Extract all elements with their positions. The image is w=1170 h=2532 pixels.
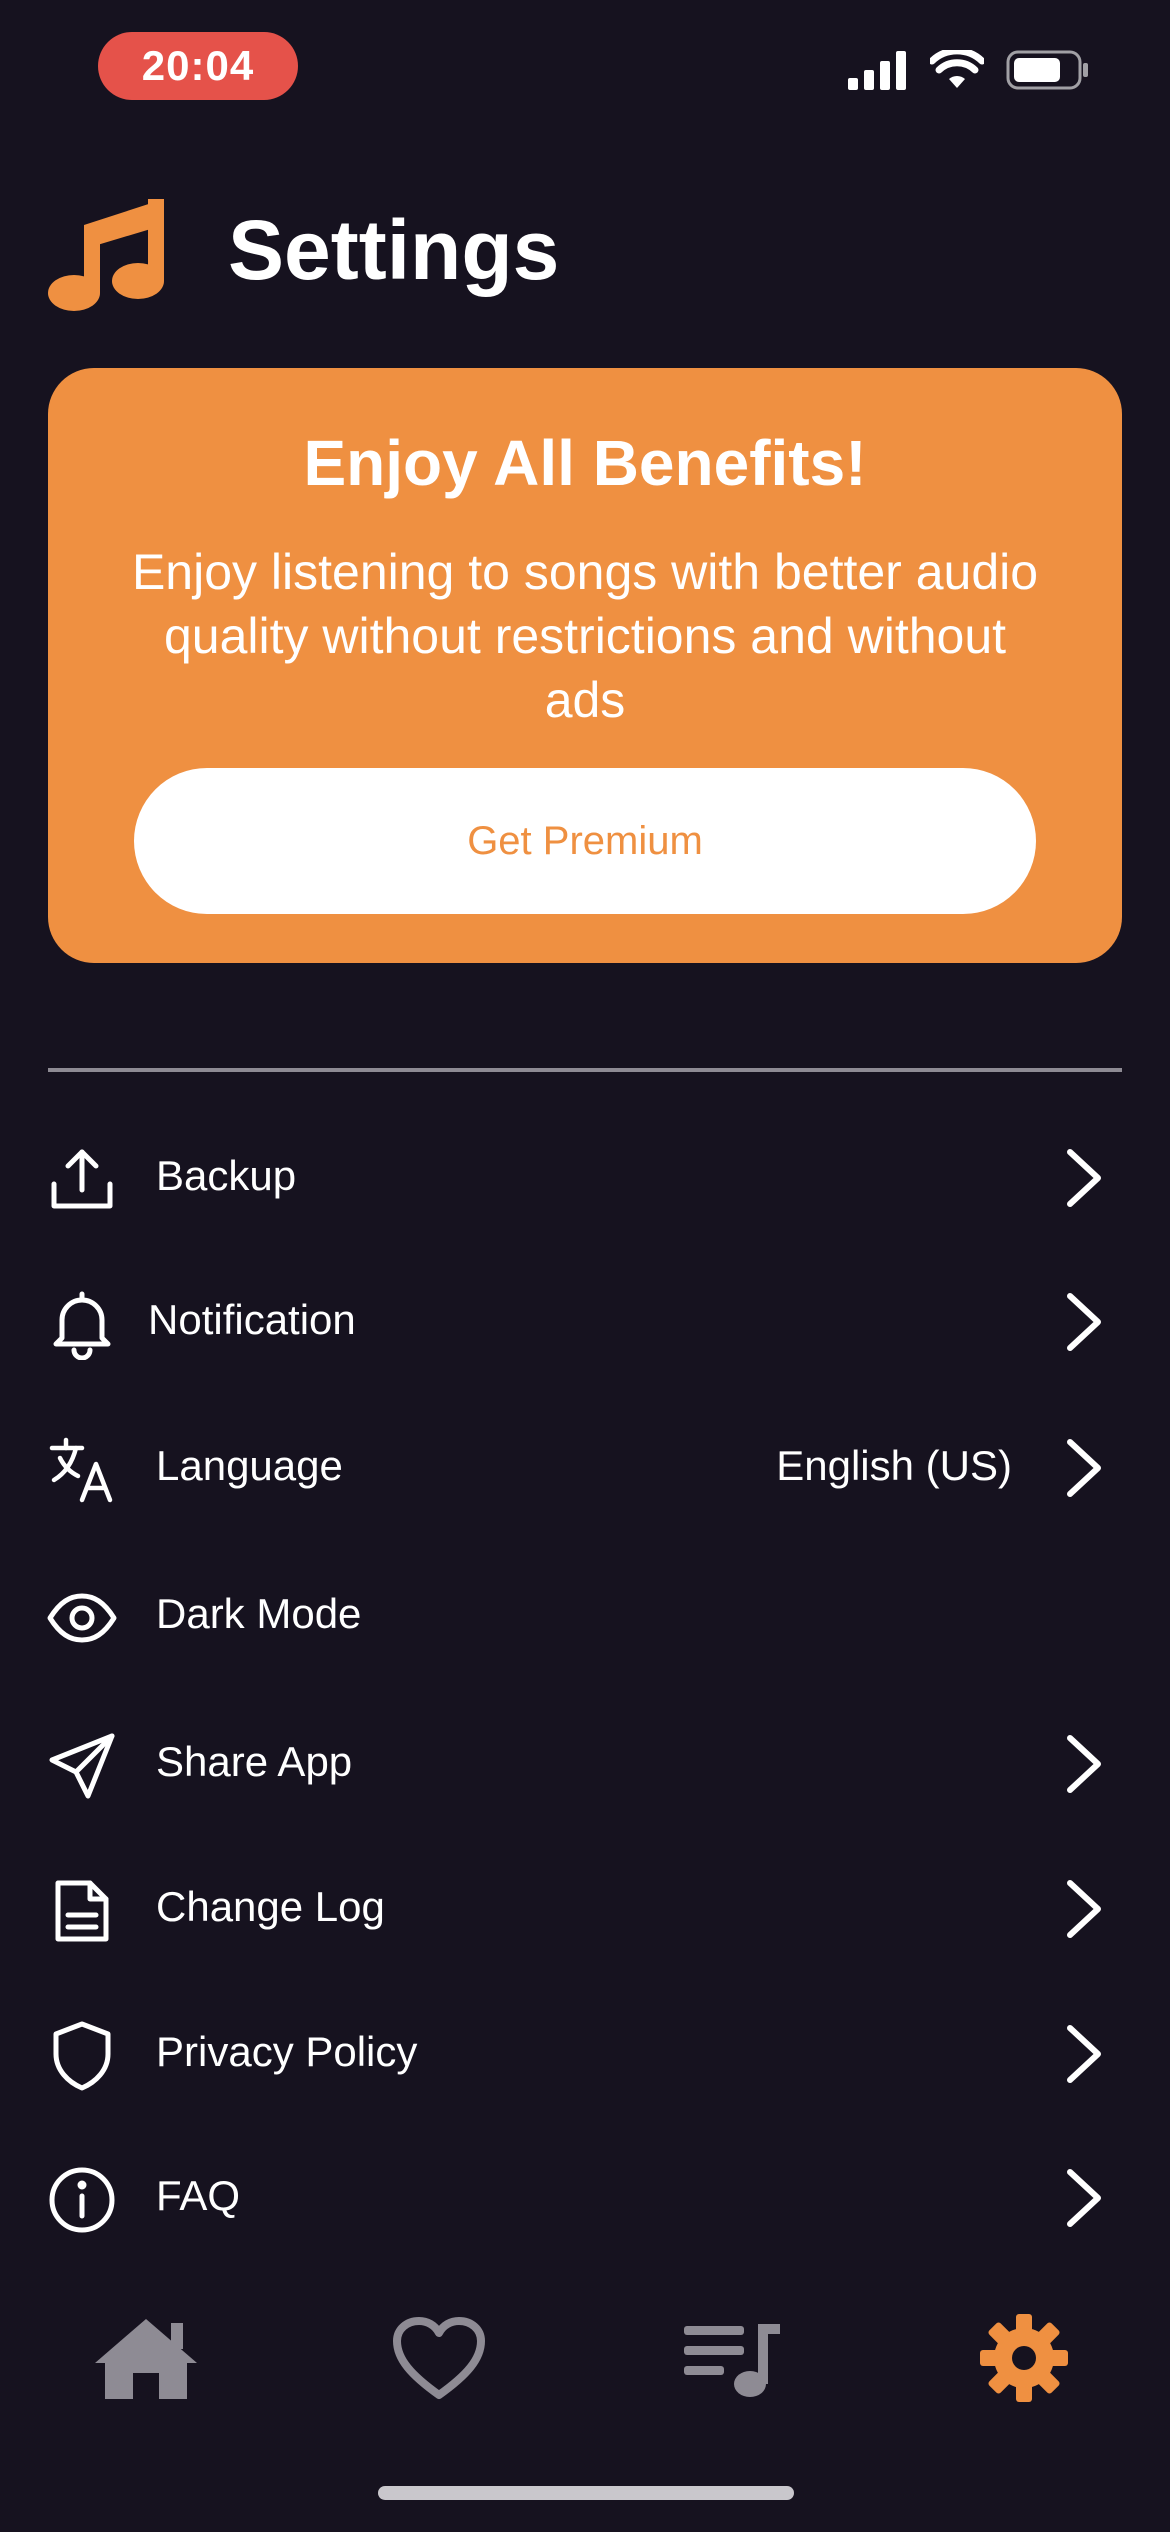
wifi-icon [930, 50, 984, 88]
battery-icon [1006, 50, 1088, 90]
chevron-right-icon [1067, 1149, 1101, 1207]
eye-icon [47, 1593, 117, 1643]
settings-item-label: Share App [156, 1738, 353, 1785]
settings-item-label: Notification [148, 1296, 356, 1343]
settings-item-change-log[interactable]: Change Log [0, 1857, 1170, 1957]
home-indicator [378, 2486, 794, 2500]
bell-icon [53, 1291, 111, 1360]
status-icons [848, 50, 1090, 90]
settings-list: Backup Notification Language English (US… [0, 1126, 1170, 2246]
chevron-right-icon [1067, 2025, 1101, 2083]
settings-item-label: Dark Mode [156, 1590, 362, 1637]
shield-icon [53, 2021, 111, 2091]
tab-settings[interactable] [964, 2298, 1084, 2418]
page-title: Settings [228, 202, 560, 297]
home-icon [95, 2319, 197, 2399]
settings-item-label: Change Log [156, 1883, 385, 1930]
chevron-right-icon [1067, 2169, 1101, 2227]
promo-description: Enjoy listening to songs with better aud… [131, 544, 1039, 728]
settings-item-label: FAQ [156, 2172, 241, 2219]
settings-item-share-app[interactable]: Share App [0, 1712, 1170, 1812]
info-icon [49, 2167, 115, 2233]
settings-item-language[interactable]: Language English (US) [0, 1416, 1170, 1516]
chevron-right-icon [1067, 1439, 1101, 1497]
tab-favorites[interactable] [379, 2298, 499, 2418]
settings-item-privacy-policy[interactable]: Privacy Policy [0, 2002, 1170, 2102]
tab-home[interactable] [86, 2298, 206, 2418]
promo-title: Enjoy All Benefits! [303, 427, 867, 499]
page-header: Settings [46, 185, 559, 315]
translate-icon [49, 1437, 113, 1503]
send-icon [49, 1733, 115, 1799]
premium-promo-card: Enjoy All Benefits! Enjoy listening to s… [48, 368, 1122, 963]
get-premium-button[interactable]: Get Premium [134, 768, 1036, 914]
gear-icon [980, 2314, 1068, 2402]
settings-item-dark-mode[interactable]: Dark Mode [0, 1564, 1170, 1664]
cellular-signal-icon [848, 51, 906, 90]
settings-item-faq[interactable]: FAQ [0, 2146, 1170, 2246]
chevron-right-icon [1067, 1735, 1101, 1793]
settings-item-notification[interactable]: Notification [0, 1270, 1170, 1370]
settings-item-label: Language [156, 1442, 343, 1489]
divider [48, 1068, 1122, 1072]
chevron-right-icon [1067, 1880, 1101, 1938]
chevron-right-icon [1067, 1293, 1101, 1351]
status-bar: 20:04 [0, 0, 1170, 140]
settings-item-label: Backup [156, 1152, 297, 1199]
music-note-icon [48, 199, 164, 311]
language-value: English (US) [776, 1442, 1012, 1489]
document-icon [55, 1880, 109, 1942]
settings-item-backup[interactable]: Backup [0, 1126, 1170, 1226]
tab-bar [0, 2248, 1170, 2428]
playlist-icon [684, 2324, 780, 2397]
settings-item-label: Privacy Policy [156, 2028, 418, 2075]
upload-icon [51, 1149, 113, 1209]
status-time: 20:04 [98, 32, 298, 100]
heart-icon [393, 2317, 485, 2399]
tab-playlist[interactable] [672, 2298, 792, 2418]
